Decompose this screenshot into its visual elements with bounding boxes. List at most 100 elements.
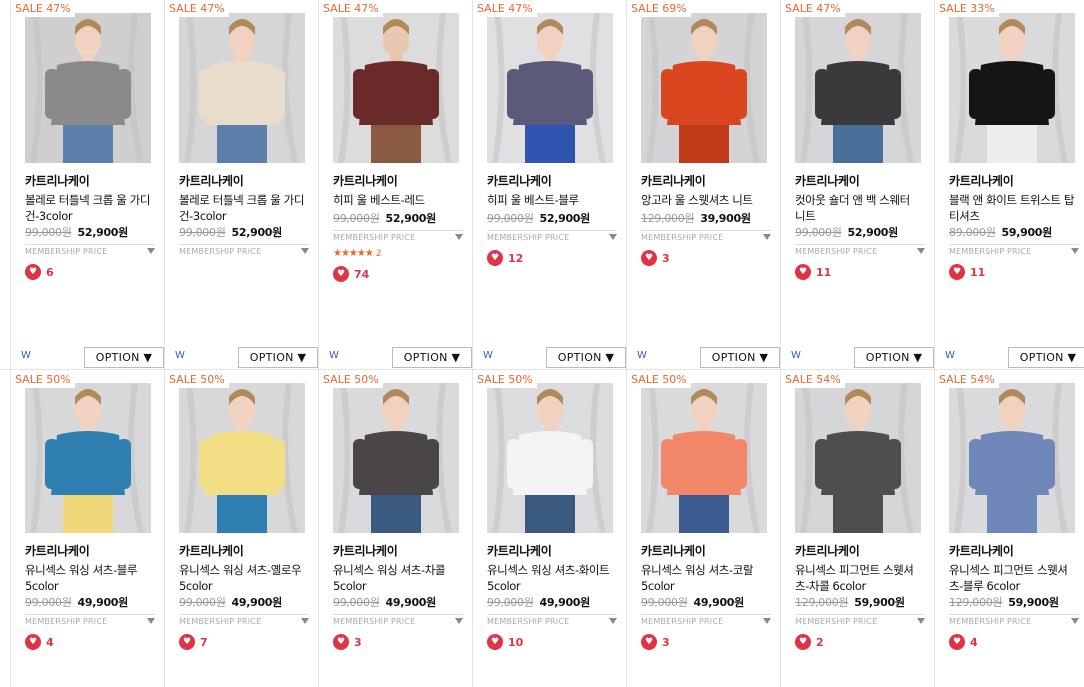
- product-name[interactable]: 유니섹스 워싱 셔츠-옐로우 5color: [179, 562, 307, 594]
- product-card[interactable]: SALE 33% 카트리나케이 블랙 앤 화이트 트위스트 탑 티셔츠 89,000원…: [934, 0, 1084, 370]
- product-name[interactable]: 히피 울 베스트-블루: [487, 192, 615, 208]
- like-button[interactable]: ♥ 11: [795, 264, 831, 280]
- like-button[interactable]: ♥ 11: [949, 264, 985, 280]
- product-card[interactable]: SALE 50% 카트리나케이 유니섹스 워싱 셔츠-코랄 5color 99,000…: [626, 370, 780, 687]
- membership-price[interactable]: MEMBERSHIP PRICE: [179, 244, 309, 258]
- product-card[interactable]: SALE 69% 카트리나케이 앙고라 울 스웻셔츠 니트 129,000원 39,90…: [626, 0, 780, 370]
- option-button[interactable]: OPTION ▼: [238, 347, 318, 368]
- option-button[interactable]: OPTION ▼: [700, 347, 780, 368]
- product-name[interactable]: 컷아웃 숄더 앤 백 스웨터 니트: [795, 192, 923, 224]
- product-name[interactable]: 유니섹스 워싱 셔츠-코랄 5color: [641, 562, 769, 594]
- product-card[interactable]: SALE 47% 카트리나케이 볼레로 터틀넥 크롭 울 가디건-3color 99,…: [164, 0, 318, 370]
- heart-icon[interactable]: ♥: [25, 264, 41, 280]
- product-name[interactable]: 히피 울 베스트-레드: [333, 192, 461, 208]
- heart-icon[interactable]: ♥: [333, 634, 349, 650]
- product-name[interactable]: 유니섹스 피그먼트 스웻셔츠-블루 6color: [949, 562, 1077, 594]
- like-button[interactable]: ♥ 74: [333, 266, 369, 282]
- dropdown-arrow-icon[interactable]: [301, 248, 309, 254]
- product-name[interactable]: 유니섹스 워싱 셔츠-차콜 5color: [333, 562, 461, 594]
- membership-price[interactable]: MEMBERSHIP PRICE: [795, 244, 925, 258]
- product-image[interactable]: [949, 13, 1075, 163]
- like-button[interactable]: ♥ 3: [641, 634, 670, 650]
- brand-name[interactable]: 카트리나케이: [641, 172, 706, 189]
- product-card[interactable]: SALE 50% 카트리나케이 유니섹스 워싱 셔츠-블루 5color 99,000…: [10, 370, 164, 687]
- product-name[interactable]: 유니섹스 워싱 셔츠-화이트 5color: [487, 562, 615, 594]
- membership-price[interactable]: MEMBERSHIP PRICE: [487, 230, 617, 244]
- membership-price[interactable]: MEMBERSHIP PRICE: [487, 614, 617, 628]
- option-button[interactable]: OPTION ▼: [392, 347, 472, 368]
- membership-price[interactable]: MEMBERSHIP PRICE: [25, 614, 155, 628]
- brand-name[interactable]: 카트리나케이: [333, 542, 398, 559]
- heart-icon[interactable]: ♥: [795, 634, 811, 650]
- heart-icon[interactable]: ♥: [25, 634, 41, 650]
- product-image[interactable]: [333, 383, 459, 533]
- heart-icon[interactable]: ♥: [487, 250, 503, 266]
- product-image[interactable]: [333, 13, 459, 163]
- heart-icon[interactable]: ♥: [795, 264, 811, 280]
- brand-name[interactable]: 카트리나케이: [949, 172, 1014, 189]
- product-image[interactable]: [949, 383, 1075, 533]
- membership-price[interactable]: MEMBERSHIP PRICE: [179, 614, 309, 628]
- heart-icon[interactable]: ♥: [949, 634, 965, 650]
- dropdown-arrow-icon[interactable]: [609, 618, 617, 624]
- brand-name[interactable]: 카트리나케이: [795, 542, 860, 559]
- like-button[interactable]: ♥ 10: [487, 634, 523, 650]
- membership-price[interactable]: MEMBERSHIP PRICE: [641, 614, 771, 628]
- dropdown-arrow-icon[interactable]: [763, 618, 771, 624]
- like-button[interactable]: ♥ 6: [25, 264, 54, 280]
- brand-name[interactable]: 카트리나케이: [487, 542, 552, 559]
- brand-name[interactable]: 카트리나케이: [641, 542, 706, 559]
- product-card[interactable]: SALE 50% 카트리나케이 유니섹스 워싱 셔츠-차콜 5color 99,000…: [318, 370, 472, 687]
- dropdown-arrow-icon[interactable]: [455, 618, 463, 624]
- membership-price[interactable]: MEMBERSHIP PRICE: [641, 230, 771, 244]
- product-name[interactable]: 볼레로 터틀넥 크롭 울 가디건-3color: [179, 192, 307, 224]
- brand-name[interactable]: 카트리나케이: [487, 172, 552, 189]
- product-card[interactable]: SALE 50% 카트리나케이 유니섹스 워싱 셔츠-옐로우 5color 99,00…: [164, 370, 318, 687]
- like-button[interactable]: ♥ 4: [949, 634, 978, 650]
- product-card[interactable]: SALE 47% 카트리나케이 컷아웃 숄더 앤 백 스웨터 니트 99,000원 52…: [780, 0, 934, 370]
- brand-name[interactable]: 카트리나케이: [333, 172, 398, 189]
- like-button[interactable]: ♥ 3: [641, 250, 670, 266]
- option-button[interactable]: OPTION ▼: [1008, 347, 1084, 368]
- like-button[interactable]: ♥ 2: [795, 634, 824, 650]
- product-card[interactable]: SALE 47% 카트리나케이 히피 울 베스트-레드 99,000원 52,900원 M…: [318, 0, 472, 370]
- brand-name[interactable]: 카트리나케이: [179, 542, 244, 559]
- heart-icon[interactable]: ♥: [641, 634, 657, 650]
- product-card[interactable]: SALE 54% 카트리나케이 유니섹스 피그먼트 스웻셔츠-차콜 6color 12…: [780, 370, 934, 687]
- dropdown-arrow-icon[interactable]: [301, 618, 309, 624]
- product-image[interactable]: [795, 383, 921, 533]
- heart-icon[interactable]: ♥: [487, 634, 503, 650]
- brand-name[interactable]: 카트리나케이: [795, 172, 860, 189]
- membership-price[interactable]: MEMBERSHIP PRICE: [333, 230, 463, 244]
- product-name[interactable]: 유니섹스 워싱 셔츠-블루 5color: [25, 562, 153, 594]
- product-name[interactable]: 유니섹스 피그먼트 스웻셔츠-차콜 6color: [795, 562, 923, 594]
- heart-icon[interactable]: ♥: [949, 264, 965, 280]
- product-card[interactable]: SALE 47% 카트리나케이 히피 울 베스트-블루 99,000원 52,900원 M…: [472, 0, 626, 370]
- product-name[interactable]: 볼레로 터틀넥 크롭 울 가디건-3color: [25, 192, 153, 224]
- product-image[interactable]: [25, 13, 151, 163]
- dropdown-arrow-icon[interactable]: [147, 618, 155, 624]
- product-image[interactable]: [179, 13, 305, 163]
- brand-name[interactable]: 카트리나케이: [25, 172, 90, 189]
- like-button[interactable]: ♥ 7: [179, 634, 208, 650]
- product-name[interactable]: 블랙 앤 화이트 트위스트 탑 티셔츠: [949, 192, 1077, 224]
- membership-price[interactable]: MEMBERSHIP PRICE: [949, 614, 1079, 628]
- product-image[interactable]: [487, 13, 613, 163]
- product-name[interactable]: 앙고라 울 스웻셔츠 니트: [641, 192, 769, 208]
- like-button[interactable]: ♥ 12: [487, 250, 523, 266]
- product-image[interactable]: [179, 383, 305, 533]
- dropdown-arrow-icon[interactable]: [1071, 618, 1079, 624]
- brand-name[interactable]: 카트리나케이: [949, 542, 1014, 559]
- product-card[interactable]: SALE 50% 카트리나케이 유니섹스 워싱 셔츠-화이트 5color 99,00…: [472, 370, 626, 687]
- heart-icon[interactable]: ♥: [641, 250, 657, 266]
- product-image[interactable]: [641, 13, 767, 163]
- product-image[interactable]: [641, 383, 767, 533]
- like-button[interactable]: ♥ 4: [25, 634, 54, 650]
- membership-price[interactable]: MEMBERSHIP PRICE: [795, 614, 925, 628]
- brand-name[interactable]: 카트리나케이: [179, 172, 244, 189]
- dropdown-arrow-icon[interactable]: [917, 618, 925, 624]
- option-button[interactable]: OPTION ▼: [854, 347, 934, 368]
- dropdown-arrow-icon[interactable]: [763, 234, 771, 240]
- dropdown-arrow-icon[interactable]: [147, 248, 155, 254]
- product-image[interactable]: [795, 13, 921, 163]
